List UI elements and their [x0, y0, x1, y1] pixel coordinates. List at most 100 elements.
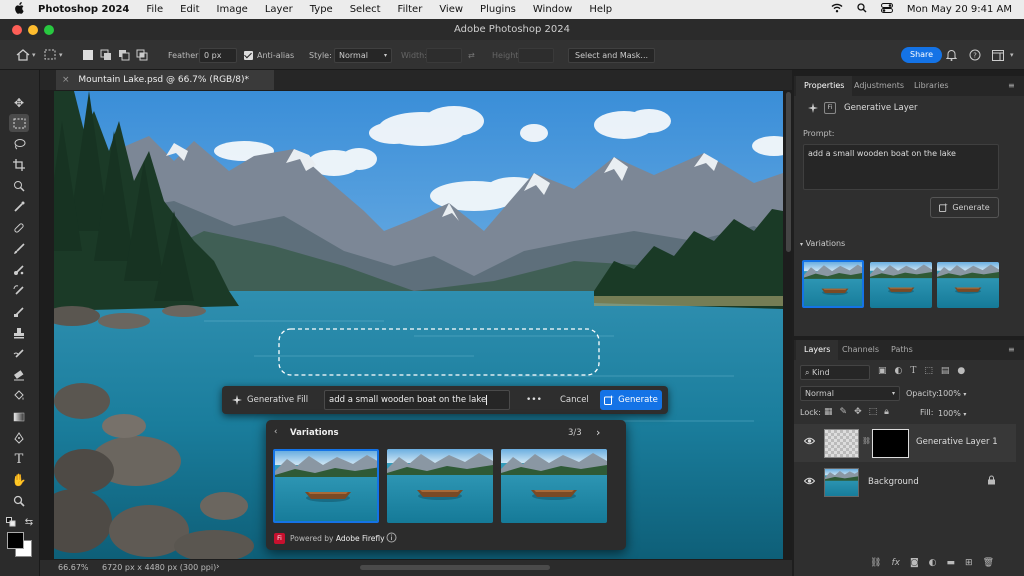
fill-input[interactable]: 100% ▾ [938, 406, 966, 422]
feather-input[interactable]: 0 px [199, 47, 237, 63]
new-selection-icon[interactable] [82, 40, 94, 70]
layer-style-icon[interactable]: fx [891, 558, 900, 568]
filter-toggle-icon[interactable]: ● [957, 366, 965, 376]
paint-bucket-tool-icon[interactable] [9, 387, 29, 405]
minimize-window-button[interactable] [28, 25, 38, 35]
layer-row-background[interactable]: Background [794, 464, 1016, 502]
menu-type[interactable]: Type [310, 4, 333, 15]
new-layer-icon[interactable]: ⊞ [965, 558, 973, 568]
visibility-eye-icon[interactable] [803, 477, 816, 488]
subtract-selection-icon[interactable] [118, 40, 131, 70]
panel-menu-icon[interactable]: ≡ [1008, 76, 1015, 96]
foreground-color-swatch[interactable] [7, 532, 24, 549]
properties-prompt-field[interactable]: add a small wooden boat on the lake [803, 144, 999, 190]
gradient-tool-icon[interactable] [9, 408, 29, 426]
properties-variation-3[interactable] [937, 262, 999, 308]
layers-panel-menu-icon[interactable]: ≡ [1008, 340, 1015, 360]
home-icon[interactable]: ▾ [16, 40, 36, 70]
horizontal-scrollbar[interactable] [360, 565, 550, 570]
default-colors-icon[interactable] [4, 513, 18, 531]
healing-brush-tool-icon[interactable] [9, 219, 29, 237]
variation-thumbnail-3[interactable] [501, 449, 607, 523]
filter-adjustment-icon[interactable]: ◐ [895, 366, 903, 376]
menu-filter[interactable]: Filter [398, 4, 423, 15]
zoom-level[interactable]: 66.67% [58, 563, 89, 572]
share-button[interactable]: Share [901, 47, 943, 63]
blend-mode-select[interactable]: Normal ▾ [800, 386, 900, 401]
history-brush-tool-icon[interactable] [9, 282, 29, 300]
intersect-selection-icon[interactable] [136, 40, 149, 70]
move-tool-icon[interactable]: ✥ [9, 94, 29, 112]
eyedropper-tool-icon[interactable] [9, 198, 29, 216]
filter-smart-object-icon[interactable]: ▤ [941, 366, 950, 376]
lock-all-icon[interactable]: 🔒︎ [884, 407, 889, 417]
filter-pixel-icon[interactable]: ▣ [878, 366, 887, 376]
info-icon[interactable] [386, 532, 397, 546]
filter-shape-icon[interactable]: ⬚ [924, 366, 933, 376]
antialias-checkbox[interactable] [244, 50, 253, 60]
menu-help[interactable]: Help [589, 4, 612, 15]
tab-properties[interactable]: Properties [796, 76, 853, 96]
menu-view[interactable]: View [439, 4, 463, 15]
add-mask-icon[interactable]: ◙ [910, 558, 919, 568]
zoom-tool-icon[interactable] [9, 492, 29, 510]
tab-channels[interactable]: Channels [842, 340, 879, 360]
workspace-dropdown-icon[interactable]: ▾ [1010, 40, 1014, 70]
vertical-scrollbar[interactable] [786, 92, 791, 252]
tab-libraries[interactable]: Libraries [914, 76, 949, 96]
menubar-clock[interactable]: Mon May 20 9:41 AM [907, 4, 1012, 15]
clone-stamp-tool-icon[interactable] [9, 261, 29, 279]
layer-mask-thumbnail[interactable] [872, 429, 909, 458]
search-icon[interactable] [857, 3, 867, 16]
variations-collapse-icon[interactable]: ‹ [274, 427, 277, 437]
tab-adjustments[interactable]: Adjustments [854, 76, 904, 96]
help-icon[interactable]: ? [969, 40, 981, 70]
layer-name[interactable]: Background [868, 477, 919, 487]
menu-window[interactable]: Window [533, 4, 572, 15]
menu-image[interactable]: Image [217, 4, 248, 15]
properties-generate-button[interactable]: Generate [930, 197, 999, 218]
variations-section-toggle[interactable]: ▾ Variations [800, 239, 845, 248]
document-info[interactable]: 6720 px x 4480 px (300 ppi) [102, 563, 216, 572]
control-center-icon[interactable] [880, 3, 893, 16]
menu-app-name[interactable]: Photoshop 2024 [38, 4, 129, 15]
workspace-icon[interactable] [992, 40, 1004, 70]
layer-row-generative[interactable]: ⛓︎ Generative Layer 1 [794, 424, 1016, 462]
eraser-block-tool-icon[interactable] [9, 366, 29, 384]
link-icon[interactable]: ⛓︎ [862, 437, 871, 445]
delete-layer-icon[interactable]: 🗑︎ [983, 558, 994, 568]
visibility-eye-icon[interactable] [803, 437, 816, 448]
add-selection-icon[interactable] [100, 40, 113, 70]
layer-name[interactable]: Generative Layer 1 [916, 437, 998, 447]
apple-icon[interactable] [14, 2, 28, 17]
link-layers-icon[interactable]: ⛓︎ [870, 558, 881, 568]
cancel-button[interactable]: Cancel [560, 386, 589, 414]
swap-colors-icon[interactable]: ⇆ [22, 513, 36, 531]
document-tab[interactable]: × Mountain Lake.psd @ 66.7% (RGB/8)* [56, 70, 274, 90]
lock-transparency-icon[interactable]: ▦ [824, 407, 833, 417]
lasso-tool-icon[interactable] [9, 135, 29, 153]
brush-tool-icon[interactable] [9, 240, 29, 258]
marquee-tool-icon[interactable] [9, 114, 29, 132]
menu-edit[interactable]: Edit [180, 4, 199, 15]
tab-layers[interactable]: Layers [796, 340, 839, 360]
lock-position-icon[interactable]: ✥ [854, 407, 862, 417]
filter-kind-select[interactable]: ⌕ Kind [800, 365, 870, 380]
adjustment-layer-icon[interactable]: ◐ [929, 558, 937, 568]
close-tab-icon[interactable]: × [62, 75, 70, 85]
lock-icon[interactable] [987, 475, 996, 488]
tab-paths[interactable]: Paths [891, 340, 913, 360]
prompt-input[interactable]: add a small wooden boat on the lake [324, 390, 510, 410]
width-input[interactable] [426, 47, 462, 63]
smudge-tool-icon[interactable] [9, 345, 29, 363]
variation-thumbnail-2[interactable] [387, 449, 493, 523]
close-window-button[interactable] [12, 25, 22, 35]
swap-icon[interactable]: ⇄ [468, 40, 475, 70]
lock-artboard-icon[interactable]: ⬚ [869, 407, 878, 417]
height-input[interactable] [518, 47, 554, 63]
pen-tool-icon[interactable] [9, 429, 29, 447]
menu-plugins[interactable]: Plugins [480, 4, 516, 15]
lock-pixels-icon[interactable]: ✎ [840, 407, 848, 417]
stamp-tool-icon[interactable] [9, 324, 29, 342]
wifi-icon[interactable] [831, 3, 843, 16]
